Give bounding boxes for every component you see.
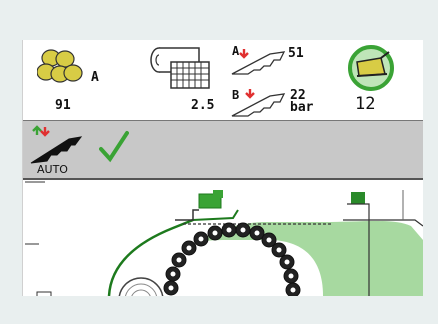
knife-b-icon	[230, 88, 288, 122]
baler-chamber-indicator[interactable]: 12	[341, 44, 419, 118]
status-bar: A 91 2.5 A 51 B 22 bar 12	[23, 40, 423, 121]
machine-view	[23, 180, 423, 296]
bales-icon	[36, 48, 83, 90]
baler-chamber-diagram	[25, 181, 423, 296]
net-wrap-value: 2.5	[191, 98, 215, 113]
baler-chamber-value: 12	[355, 94, 376, 114]
bale-counter[interactable]: A 91	[33, 48, 113, 116]
bale-counter-value: 91	[55, 98, 71, 113]
knife-a-value: 51	[288, 46, 304, 61]
net-wrap-indicator[interactable]: 2.5	[141, 46, 233, 116]
net-roll-icon	[149, 46, 215, 94]
knife-auto-button[interactable]: AUTO	[27, 125, 107, 176]
auto-control-bar: AUTO	[23, 121, 423, 180]
auto-label: AUTO	[37, 163, 68, 176]
knife-a-icon	[230, 48, 288, 80]
bale-counter-suffix: A	[91, 70, 99, 85]
knife-b-unit: bar	[290, 100, 314, 115]
knife-pressure-indicator[interactable]: A 51 B 22 bar	[228, 44, 338, 118]
checkmark-icon	[99, 129, 129, 167]
baler-chamber-icon	[345, 44, 397, 96]
baler-terminal-screen: A 91 2.5 A 51 B 22 bar 12 AUTO	[22, 40, 423, 296]
